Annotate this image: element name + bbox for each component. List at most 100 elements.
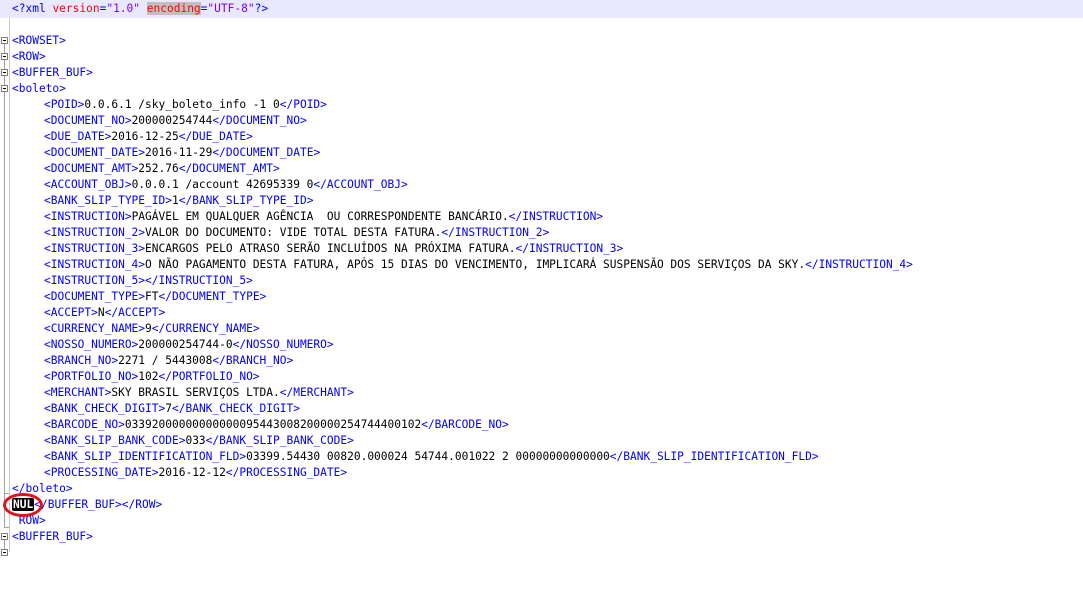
xml-field-line[interactable]: <DOCUMENT_NO>200000254744</DOCUMENT_NO> bbox=[44, 113, 307, 129]
field-open-tag: <INSTRUCTION> bbox=[44, 210, 132, 223]
xml-field-line[interactable]: <ACCEPT>N</ACCEPT> bbox=[44, 305, 165, 321]
field-open-tag: <BANK_CHECK_DIGIT> bbox=[44, 402, 166, 415]
boleto-open-tag[interactable]: <boleto> bbox=[12, 81, 66, 97]
field-value: 0.0.6.1 /sky_boleto_info -1 0 bbox=[84, 98, 280, 111]
field-open-tag: <BANK_SLIP_BANK_CODE> bbox=[44, 434, 186, 447]
field-open-tag: <BARCODE_NO> bbox=[44, 418, 125, 431]
xml-field-line[interactable]: <BANK_SLIP_BANK_CODE>033</BANK_SLIP_BANK… bbox=[44, 433, 354, 449]
xml-declaration-line[interactable]: <?xml version="1.0" encoding="UTF-8"?> bbox=[12, 1, 268, 17]
fold-toggle-icon[interactable] bbox=[1, 85, 8, 92]
field-close-tag: </POID> bbox=[279, 98, 327, 111]
field-close-tag: </INSTRUCTION_4> bbox=[805, 258, 913, 271]
xml-field-line[interactable]: <INSTRUCTION>PAGÁVEL EM QUALQUER AGÊNCIA… bbox=[44, 209, 603, 225]
xml-field-line[interactable]: <PORTFOLIO_NO>102</PORTFOLIO_NO> bbox=[44, 369, 260, 385]
field-value: 2271 / 5443008 bbox=[118, 354, 213, 367]
fold-line bbox=[4, 44, 5, 53]
xml-field-line[interactable]: <BANK_SLIP_IDENTIFICATION_FLD>03399.5443… bbox=[44, 449, 819, 465]
field-open-tag: <PORTFOLIO_NO> bbox=[44, 370, 139, 383]
xml-field-line[interactable]: <MERCHANT>SKY BRASIL SERVIÇOS LTDA.</MER… bbox=[44, 385, 354, 401]
row-open-tag[interactable]: <ROW> bbox=[12, 49, 46, 65]
field-value: N bbox=[97, 306, 105, 319]
fold-toggle-icon[interactable] bbox=[1, 69, 8, 76]
xml-field-line[interactable]: <INSTRUCTION_4>O NÃO PAGAMENTO DESTA FAT… bbox=[44, 257, 913, 273]
field-close-tag: </INSTRUCTION> bbox=[508, 210, 604, 223]
field-close-tag: </BANK_CHECK_DIGIT> bbox=[172, 402, 300, 415]
field-value: 2016-12-12 bbox=[158, 466, 226, 479]
fold-line bbox=[4, 76, 5, 85]
field-open-tag: <INSTRUCTION_4> bbox=[44, 258, 146, 271]
field-value: FT bbox=[145, 290, 159, 303]
field-open-tag: <DOCUMENT_NO> bbox=[44, 114, 132, 127]
field-value: 03399.54430 00820.000024 54744.001022 2 … bbox=[246, 450, 610, 463]
field-open-tag: <NOSSO_NUMERO> bbox=[44, 338, 139, 351]
field-value: 7 bbox=[165, 402, 172, 415]
encoding-attr: encoding bbox=[146, 2, 201, 15]
field-value: SKY BRASIL SERVIÇOS LTDA. bbox=[111, 386, 280, 399]
xml-field-line[interactable]: <DOCUMENT_DATE>2016-11-29</DOCUMENT_DATE… bbox=[44, 145, 320, 161]
xml-field-line[interactable]: <DOCUMENT_AMT>252.76</DOCUMENT_AMT> bbox=[44, 161, 280, 177]
xml-decl-close: ?> bbox=[254, 2, 269, 15]
field-value: O NÃO PAGAMENTO DESTA FATURA, APÓS 15 DI… bbox=[145, 258, 806, 271]
field-close-tag: </MERCHANT> bbox=[279, 386, 354, 399]
xml-field-line[interactable]: <BARCODE_NO>0339200000000000009544300820… bbox=[44, 417, 509, 433]
field-close-tag: </BANK_SLIP_BANK_CODE> bbox=[205, 434, 354, 447]
field-open-tag: <MERCHANT> bbox=[44, 386, 112, 399]
fold-end-marker bbox=[4, 527, 9, 528]
field-open-tag: <INSTRUCTION_2> bbox=[44, 226, 146, 239]
field-value: 252.76 bbox=[138, 162, 179, 175]
xml-field-line[interactable]: <INSTRUCTION_5></INSTRUCTION_5> bbox=[44, 273, 253, 289]
fold-margin[interactable] bbox=[0, 18, 10, 556]
field-close-tag: </INSTRUCTION_3> bbox=[515, 242, 624, 255]
fold-toggle-icon[interactable] bbox=[1, 533, 8, 540]
xml-field-line[interactable]: <NOSSO_NUMERO>200000254744-0</NOSSO_NUME… bbox=[44, 337, 334, 353]
field-close-tag: </PROCESSING_DATE> bbox=[225, 466, 348, 479]
buffer-buf-open-tag[interactable]: <BUFFER_BUF> bbox=[12, 65, 93, 81]
xml-field-line[interactable]: <ACCOUNT_OBJ>0.0.0.1 /account 42695339 0… bbox=[44, 177, 408, 193]
field-value: 033 bbox=[185, 434, 206, 447]
field-open-tag: <ACCEPT> bbox=[44, 306, 98, 319]
field-open-tag: <ACCOUNT_OBJ> bbox=[44, 178, 132, 191]
xml-field-line[interactable]: <BANK_CHECK_DIGIT>7</BANK_CHECK_DIGIT> bbox=[44, 401, 300, 417]
buffer-row-close-tags: /BUFFER_BUF></ROW> bbox=[40, 498, 163, 511]
field-value: 1 bbox=[171, 194, 179, 207]
fold-toggle-icon[interactable] bbox=[1, 549, 8, 556]
xml-field-line[interactable]: <PROCESSING_DATE>2016-12-12</PROCESSING_… bbox=[44, 465, 347, 481]
xml-decl-open: <?xml bbox=[12, 2, 46, 15]
xml-field-line[interactable]: <INSTRUCTION_3>ENCARGOS PELO ATRASO SERÃ… bbox=[44, 241, 623, 257]
field-value: 0.0.0.1 /account 42695339 0 bbox=[131, 178, 314, 191]
rowset-open-tag[interactable]: <ROWSET> bbox=[12, 33, 66, 49]
buffer-buf-open-tag-2[interactable]: <BUFFER_BUF> bbox=[12, 529, 93, 545]
xml-field-line[interactable]: <DUE_DATE>2016-12-25</DUE_DATE> bbox=[44, 129, 253, 145]
field-close-tag: </DOCUMENT_DATE> bbox=[212, 146, 321, 159]
encoding-value: "UTF-8" bbox=[207, 2, 255, 15]
fold-line bbox=[4, 60, 5, 69]
field-value: 102 bbox=[138, 370, 159, 383]
xml-field-line[interactable]: <BRANCH_NO>2271 / 5443008</BRANCH_NO> bbox=[44, 353, 293, 369]
field-value: 200000254744-0 bbox=[138, 338, 233, 351]
field-close-tag: </INSTRUCTION_2> bbox=[441, 226, 550, 239]
field-close-tag: </CURRENCY_NAME> bbox=[151, 322, 260, 335]
field-value: PAGÁVEL EM QUALQUER AGÊNCIA OU CORRESPON… bbox=[131, 210, 509, 223]
field-close-tag: </INSTRUCTION_5> bbox=[145, 274, 253, 287]
field-value: 2016-12-25 bbox=[111, 130, 179, 143]
field-close-tag: </DOCUMENT_AMT> bbox=[178, 162, 280, 175]
version-value: "1.0" bbox=[106, 2, 141, 15]
xml-field-line[interactable]: <POID>0.0.6.1 /sky_boleto_info -1 0</POI… bbox=[44, 97, 327, 113]
field-close-tag: </BRANCH_NO> bbox=[212, 354, 294, 367]
field-open-tag: <INSTRUCTION_5> bbox=[44, 274, 146, 287]
xml-field-line[interactable]: <DOCUMENT_TYPE>FT</DOCUMENT_TYPE> bbox=[44, 289, 266, 305]
field-value: ENCARGOS PELO ATRASO SERÃO INCLUÍDOS NA … bbox=[145, 242, 516, 255]
field-open-tag: <DOCUMENT_TYPE> bbox=[44, 290, 146, 303]
field-value: 0339200000000000009544300820000025474440… bbox=[124, 418, 422, 431]
xml-field-line[interactable]: <INSTRUCTION_2>VALOR DO DOCUMENTO: VIDE … bbox=[44, 225, 549, 241]
field-open-tag: <BANK_SLIP_TYPE_ID> bbox=[44, 194, 172, 207]
field-close-tag: </ACCOUNT_OBJ> bbox=[313, 178, 408, 191]
highlight-circle-annotation bbox=[3, 493, 43, 517]
xml-field-line[interactable]: <BANK_SLIP_TYPE_ID>1</BANK_SLIP_TYPE_ID> bbox=[44, 193, 313, 209]
field-open-tag: <DOCUMENT_DATE> bbox=[44, 146, 146, 159]
fold-toggle-icon[interactable] bbox=[1, 53, 8, 60]
fold-toggle-icon[interactable] bbox=[1, 37, 8, 44]
xml-field-line[interactable]: <CURRENCY_NAME>9</CURRENCY_NAME> bbox=[44, 321, 260, 337]
field-value: 9 bbox=[145, 322, 152, 335]
field-open-tag: <POID> bbox=[44, 98, 85, 111]
